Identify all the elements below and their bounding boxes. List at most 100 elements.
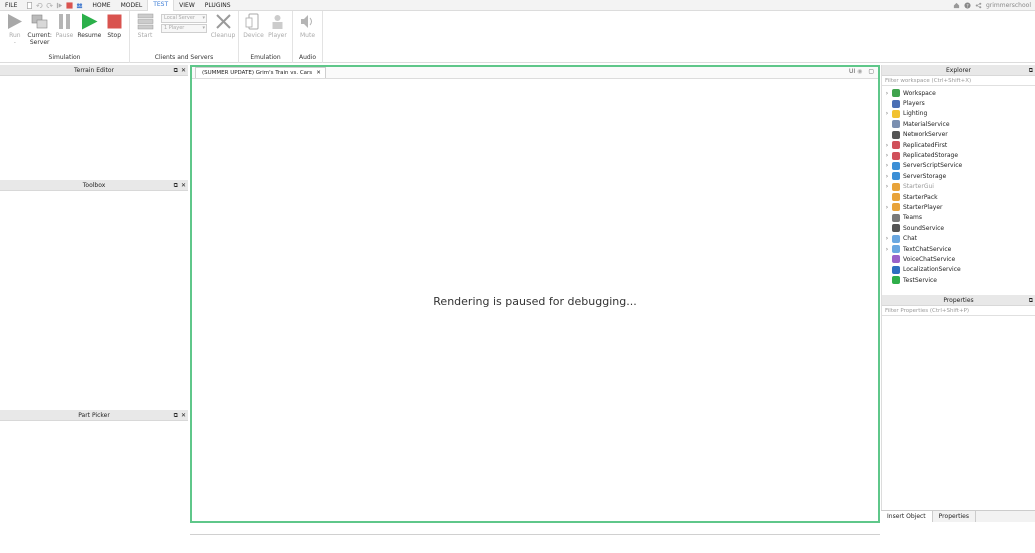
explorer-item-label: Lighting [903,110,928,118]
replicated-storage-icon [892,151,900,160]
document-tab[interactable]: (SUMMER UPDATE) Grim's Train vs. Cars ✕ [195,67,326,78]
ribbon: Run - Current: Server Pause Resume Stop … [0,11,1035,63]
paused-message: Rendering is paused for debugging... [433,295,637,308]
local-server-dropdown[interactable]: Local Server [161,14,207,23]
undo-icon[interactable] [36,2,43,9]
explorer-item-voicechatservice[interactable]: VoiceChatService [882,254,1035,264]
redo-icon[interactable] [46,2,54,9]
stop-quick-icon[interactable] [66,1,73,9]
mute-label: Mute [299,32,316,39]
menu-bar: FILE HOME MODEL TEST VIEW PLUGINS ? grim… [0,0,1035,11]
server-script-icon [892,161,900,170]
explorer-item-workspace[interactable]: › Workspace [882,88,1035,98]
explorer-item-replicatedfirst[interactable]: › ReplicatedFirst [882,140,1035,150]
explorer-item-networkserver[interactable]: NetworkServer [882,130,1035,140]
ui-toggle[interactable]: UI ◉ [849,68,862,75]
explorer-filter-input[interactable]: Filter workspace (Ctrl+Shift+X) [882,76,1035,86]
ui-label: UI [848,68,856,75]
explorer-item-label: StarterPack [903,193,938,201]
explorer-item-soundservice[interactable]: SoundService [882,223,1035,233]
new-file-icon[interactable] [26,1,33,9]
undock-icon[interactable]: ⧉ [174,410,178,421]
chevron-right-icon[interactable]: › [882,152,892,159]
tab-close-icon[interactable]: ✕ [316,70,321,76]
emulation-group-label: Emulation [250,54,281,61]
explorer-item-chat[interactable]: › Chat [882,233,1035,243]
teams-icon [892,213,900,222]
starter-gui-icon [892,182,900,191]
tab-properties[interactable]: Properties [933,511,976,522]
menubar-right: ? grimmerschool [953,0,1031,11]
chevron-right-icon[interactable]: › [882,204,892,211]
run-sublabel: - [13,39,16,46]
run-label: Run [9,32,21,39]
menu-file[interactable]: FILE [0,0,22,11]
status-divider [190,534,880,535]
chevron-right-icon[interactable]: › [882,246,892,253]
explorer-item-materialservice[interactable]: MaterialService [882,119,1035,129]
team-test-icon[interactable] [76,2,83,9]
username[interactable]: grimmerschool [986,2,1031,9]
menu-tab-home[interactable]: HOME [87,0,115,11]
explorer-item-lighting[interactable]: › Lighting [882,109,1035,119]
help-icon[interactable]: ? [964,2,971,9]
explorer-item-teams[interactable]: Teams [882,213,1035,223]
fullscreen-icon[interactable]: ▢ [868,68,874,75]
explorer-item-testservice[interactable]: TestService [882,275,1035,285]
explorer-item-starterplayer[interactable]: › StarterPlayer [882,202,1035,212]
explorer-item-textchatservice[interactable]: › TextChatService [882,244,1035,254]
bulb-icon [892,109,900,118]
chevron-right-icon[interactable]: › [882,162,892,169]
explorer-tree: › Workspace Players › Lighting MaterialServic… [882,86,1035,285]
chevron-right-icon[interactable]: › [882,235,892,242]
properties-label: Properties [943,297,974,304]
simulation-group-label: Simulation [48,54,81,61]
toolbox-title: Toolbox ⧉ ✕ [0,180,188,191]
part-picker-label: Part Picker [78,412,110,419]
chevron-right-icon[interactable]: › [882,90,892,97]
menu-tab-plugins[interactable]: PLUGINS [200,0,236,11]
explorer-item-replicatedstorage[interactable]: › ReplicatedStorage [882,150,1035,160]
explorer-item-startergui[interactable]: › StarterGui [882,182,1035,192]
tab-insert-object[interactable]: Insert Object [881,511,933,522]
chevron-right-icon[interactable]: › [882,110,892,117]
network-icon [892,130,900,139]
menu-tab-test[interactable]: TEST [147,0,175,11]
terrain-editor-label: Terrain Editor [74,67,114,74]
explorer-item-label: NetworkServer [903,131,948,139]
chevron-right-icon[interactable]: › [882,142,892,149]
properties-filter-input[interactable]: Filter Properties (Ctrl+Shift+P) [882,306,1035,316]
close-icon[interactable]: ✕ [181,65,186,76]
clients-group-label: Clients and Servers [154,54,214,61]
explorer-item-starterpack[interactable]: StarterPack [882,192,1035,202]
undock-icon[interactable]: ⧉ [1029,295,1033,306]
close-icon[interactable]: ✕ [181,410,186,421]
menu-tab-view[interactable]: VIEW [174,0,200,11]
chevron-right-icon[interactable]: › [882,183,892,190]
eye-icon: ◉ [857,68,863,75]
chevron-right-icon[interactable]: › [882,173,892,180]
explorer-item-label: Players [903,100,925,108]
explorer-item-label: ReplicatedFirst [903,141,948,149]
undock-icon[interactable]: ⧉ [1029,65,1033,76]
explorer-item-serverstorage[interactable]: › ServerStorage [882,171,1035,181]
terrain-editor-title: Terrain Editor ⧉ ✕ [0,65,188,76]
explorer-item-localizationservice[interactable]: LocalizationService [882,265,1035,275]
menu-tab-model[interactable]: MODEL [116,0,148,11]
explorer-panel: Explorer ⧉ Filter workspace (Ctrl+Shift+… [881,65,1035,295]
explorer-item-serverscriptservice[interactable]: › ServerScriptService [882,161,1035,171]
viewport[interactable]: (SUMMER UPDATE) Grim's Train vs. Cars ✕ … [190,65,880,523]
explorer-item-players[interactable]: Players [882,98,1035,108]
explorer-label: Explorer [946,67,971,74]
undock-icon[interactable]: ⧉ [174,65,178,76]
explorer-item-label: ServerStorage [903,172,947,180]
play-here-icon[interactable] [56,2,63,9]
undock-icon[interactable]: ⧉ [174,180,178,191]
explorer-item-label: VoiceChatService [903,255,956,263]
close-icon[interactable]: ✕ [181,180,186,191]
home-icon[interactable] [953,2,960,9]
players-dropdown[interactable]: 1 Player [161,24,207,33]
localization-icon [892,265,900,274]
share-icon[interactable] [975,2,982,9]
emulation-group: Device Player Emulation [239,11,293,63]
